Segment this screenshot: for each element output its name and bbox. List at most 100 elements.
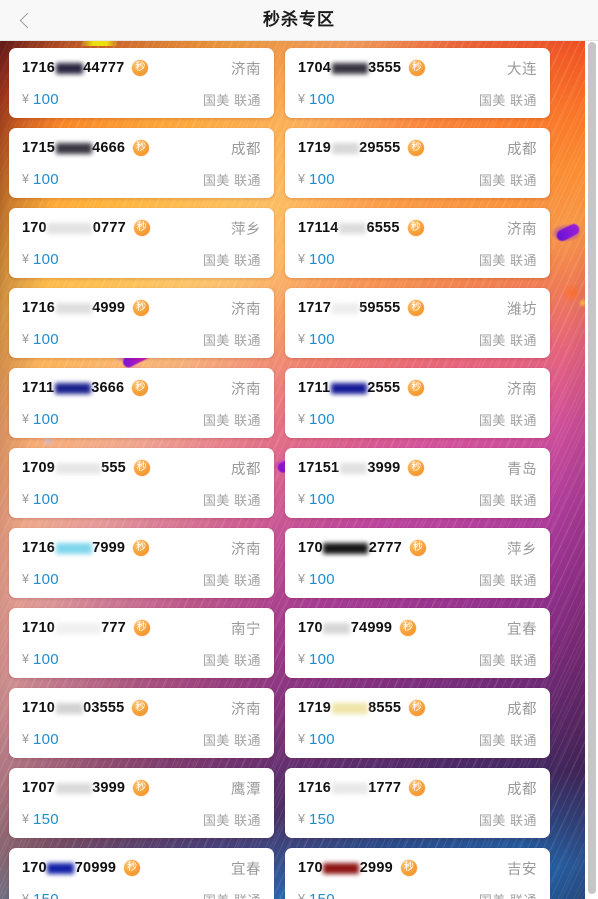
card-bottom-row: ¥150 国美 联通 (22, 888, 261, 899)
price-value: 100 (308, 570, 335, 588)
price-value: 100 (32, 90, 59, 108)
phone-prefix: 170 (298, 860, 323, 876)
phone-prefix: 170 (298, 540, 323, 556)
product-scroll-area[interactable]: 1716 44777 秒济南 ¥100 国美 联通 1704 3555 秒大连 ¥100 国美 联… (0, 41, 598, 899)
city-label: 济南 (507, 221, 537, 238)
miaosha-badge-icon: 秒 (133, 540, 150, 556)
miaosha-badge-icon: 秒 (133, 300, 150, 316)
product-card[interactable]: 17114 6555 秒 济南 ¥100 国美 联通 (285, 208, 550, 278)
product-card[interactable]: 1710 777 秒 南宁 ¥100 国美 联通 (9, 608, 274, 678)
price-value: 100 (32, 410, 59, 428)
phone-number: 1716 4999 (22, 300, 125, 316)
price-value: 150 (32, 810, 59, 828)
product-card[interactable]: 1716 4999 秒 济南 ¥100 国美 联通 (9, 288, 274, 358)
city-label: 济南 (507, 381, 537, 398)
phone-suffix: 29555 (359, 140, 401, 156)
phone-suffix: 555 (101, 460, 126, 476)
card-bottom-row: ¥100 国美 联通 (298, 88, 537, 110)
phone-suffix: 3999 (367, 460, 401, 476)
phone-masked-digits (323, 623, 351, 634)
currency-symbol: ¥ (22, 332, 29, 346)
phone-number: 1716 7999 (22, 540, 125, 556)
phone-number: 1715 4666 (22, 140, 125, 156)
currency-symbol: ¥ (298, 812, 305, 826)
miaosha-badge-icon: 秒 (133, 780, 150, 796)
currency-symbol: ¥ (298, 252, 305, 266)
currency-symbol: ¥ (22, 732, 29, 746)
city-label: 济南 (231, 301, 261, 318)
product-card[interactable]: 1711 2555 秒 济南 ¥100 国美 联通 (285, 368, 550, 438)
vertical-scrollbar-track[interactable] (585, 41, 598, 899)
card-bottom-row: ¥100 国美 联通 (298, 568, 537, 590)
miaosha-badge-icon: 秒 (407, 220, 424, 236)
product-card[interactable]: 170 2777 秒 萍乡 ¥100 国美 联通 (285, 528, 550, 598)
product-card[interactable]: 170 74999 秒 宜春 ¥100 国美 联通 (285, 608, 550, 678)
phone-masked-digits (47, 223, 93, 234)
card-top-row: 1719 29555 秒 成都 (298, 137, 537, 159)
price-value: 100 (308, 650, 335, 668)
card-bottom-row: ¥100 国美 联通 (22, 408, 261, 430)
product-card[interactable]: 1709 555 秒 成都 ¥100 国美 联通 (9, 448, 274, 518)
phone-masked-digits (55, 783, 92, 794)
card-bottom-row: ¥100 国美 联通 (22, 648, 261, 670)
price-value: 100 (32, 570, 59, 588)
product-card[interactable]: 170 70999 秒 宜春 ¥150 国美 联通 (9, 848, 274, 899)
phone-prefix: 1716 (22, 300, 56, 316)
card-top-row: 1711 2555 秒 济南 (298, 377, 537, 399)
product-card[interactable]: 1715 4666 秒 成都 ¥100 国美 联通 (9, 128, 274, 198)
currency-symbol: ¥ (22, 172, 29, 186)
product-card[interactable]: 170 2999 秒 吉安 ¥150 国美 联通 (285, 848, 550, 899)
phone-suffix: 4999 (92, 300, 126, 316)
phone-number: 170 2777 (298, 540, 402, 556)
phone-number: 17114 6555 (298, 220, 400, 236)
city-label: 青岛 (507, 461, 537, 478)
card-top-row: 1715 4666 秒 成都 (22, 137, 261, 159)
city-label: 宜春 (231, 861, 261, 878)
miaosha-badge-icon: 秒 (408, 380, 425, 396)
card-bottom-row: ¥100 国美 联通 (22, 248, 261, 270)
back-button[interactable] (6, 0, 44, 40)
phone-suffix: 6555 (366, 220, 400, 236)
card-top-row: 1719 8555 秒 成都 (298, 697, 537, 719)
phone-number: 1719 8555 (298, 700, 401, 716)
product-card[interactable]: 1711 3666 秒 济南 ¥100 国美 联通 (9, 368, 274, 438)
vertical-scrollbar-thumb[interactable] (588, 42, 596, 894)
product-card[interactable]: 1716 44777 秒 济南 ¥100 国美 联通 (9, 48, 274, 118)
miaosha-badge-icon: 秒 (133, 620, 150, 636)
carrier-label: 国美 联通 (203, 890, 261, 899)
phone-suffix: 2777 (368, 540, 402, 556)
page-title: 秒杀专区 (263, 10, 335, 29)
price-value: 150 (308, 810, 335, 828)
phone-masked-digits (339, 463, 367, 474)
phone-prefix: 1704 (298, 60, 332, 76)
product-card[interactable]: 1707 3999 秒 鹰潭 ¥150 国美 联通 (9, 768, 274, 838)
city-label: 成都 (507, 701, 537, 718)
product-card[interactable]: 1716 7999 秒 济南 ¥100 国美 联通 (9, 528, 274, 598)
carrier-label: 国美 联通 (478, 92, 537, 108)
product-card[interactable]: 1710 03555 秒 济南 ¥100 国美 联通 (9, 688, 274, 758)
product-card[interactable]: 170 0777 秒 萍乡 ¥100 国美 联通 (9, 208, 274, 278)
product-card[interactable]: 1717 59555 秒 潍坊 ¥100 国美 联通 (285, 288, 550, 358)
phone-masked-digits (55, 623, 101, 634)
phone-number: 1707 3999 (22, 780, 125, 796)
phone-number: 17151 3999 (298, 460, 400, 476)
price-value: 150 (32, 890, 59, 899)
phone-suffix: 70999 (74, 860, 117, 876)
currency-symbol: ¥ (22, 92, 29, 106)
product-card[interactable]: 1716 1777 秒 成都 ¥150 国美 联通 (285, 768, 550, 838)
card-bottom-row: ¥100 国美 联通 (298, 168, 537, 190)
product-card[interactable]: 1719 29555 秒 成都 ¥100 国美 联通 (285, 128, 550, 198)
carrier-label: 国美 联通 (202, 332, 261, 348)
carrier-label: 国美 联通 (478, 572, 537, 588)
phone-number: 1716 44777 (22, 60, 124, 76)
card-bottom-row: ¥100 国美 联通 (22, 328, 261, 350)
card-bottom-row: ¥100 国美 联通 (22, 568, 261, 590)
product-card[interactable]: 1719 8555 秒 成都 ¥100 国美 联通 (285, 688, 550, 758)
phone-prefix: 170 (298, 620, 323, 636)
product-card[interactable]: 17151 3999 秒 青岛 ¥100 国美 联通 (285, 448, 550, 518)
phone-masked-digits (55, 303, 92, 314)
miaosha-badge-icon: 秒 (408, 300, 425, 316)
phone-suffix: 777 (101, 620, 126, 636)
product-card[interactable]: 1704 3555 秒 大连 ¥100 国美 联通 (285, 48, 550, 118)
phone-number: 1711 2555 (298, 380, 400, 396)
